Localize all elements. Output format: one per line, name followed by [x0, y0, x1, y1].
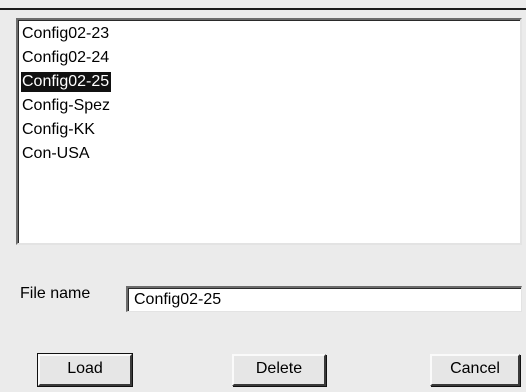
file-name-input[interactable] [126, 286, 522, 312]
list-item-label: Config02-25 [21, 72, 112, 92]
list-item-label: Config02-24 [22, 49, 110, 66]
list-item-label: Config-KK [22, 121, 95, 138]
list-item-label: Config02-23 [22, 25, 110, 42]
cancel-button[interactable]: Cancel [430, 354, 520, 386]
list-item[interactable]: Config-KK [21, 118, 520, 142]
list-item-label: Config-Spez [22, 97, 111, 114]
delete-button[interactable]: Delete [232, 354, 326, 386]
file-name-label: File name [20, 285, 91, 302]
list-item[interactable]: Config02-24 [21, 46, 520, 70]
list-item[interactable]: Config02-25 [21, 70, 520, 94]
list-item[interactable]: Config-Spez [21, 94, 520, 118]
list-item-label: Con-USA [22, 145, 90, 162]
list-item[interactable]: Con-USA [21, 142, 520, 166]
load-button[interactable]: Load [37, 353, 133, 387]
top-divider [0, 8, 526, 10]
list-item[interactable]: Config02-23 [21, 22, 520, 46]
config-file-list[interactable]: Config02-23 Config02-24 Config02-25 Conf… [16, 18, 522, 245]
